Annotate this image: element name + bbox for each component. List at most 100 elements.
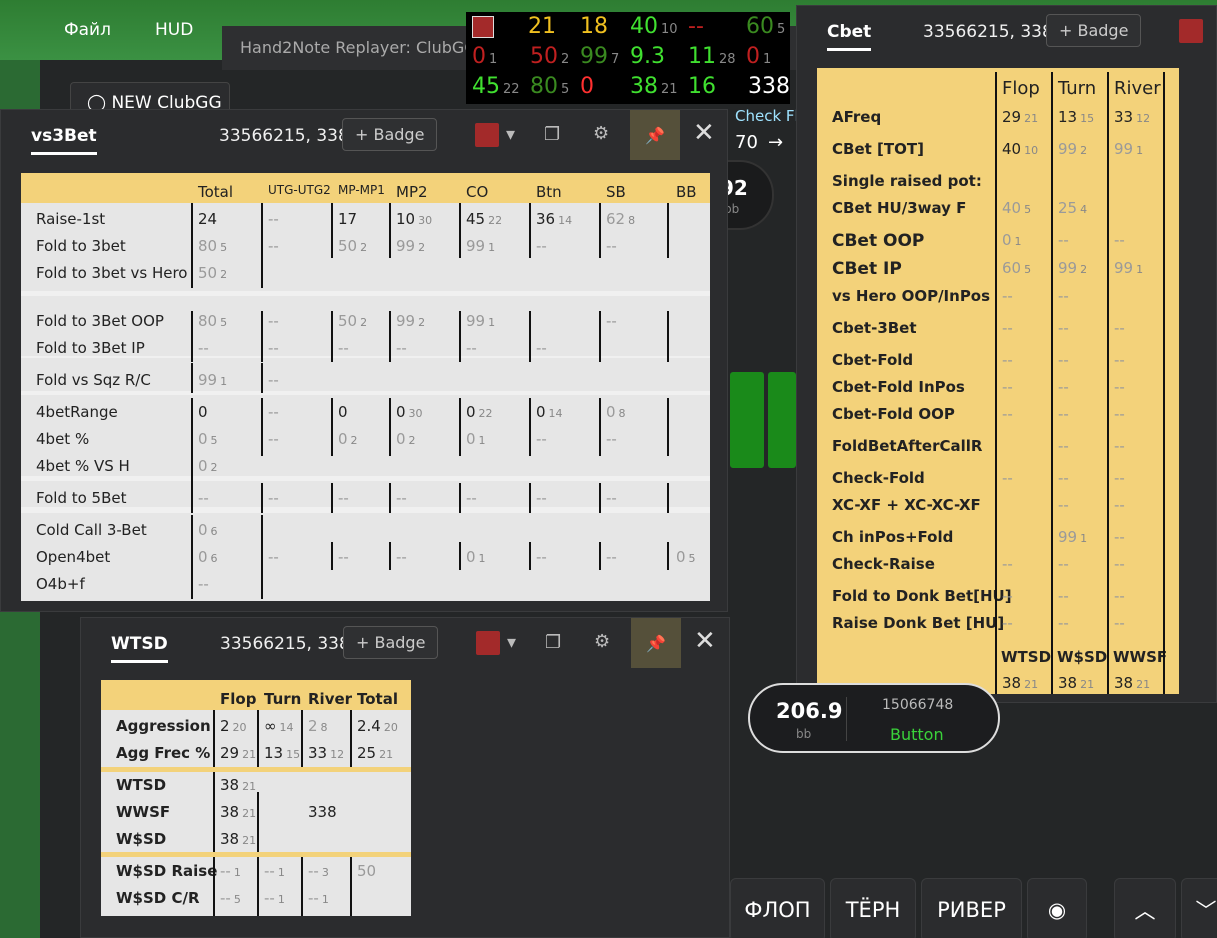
close-icon[interactable]: ✕ <box>694 626 716 656</box>
chevron-down-icon[interactable]: ▾ <box>507 632 516 653</box>
stat-cell[interactable]: 36 14 <box>536 210 572 228</box>
stat-cell[interactable]: 40 10 <box>1002 140 1038 158</box>
hud-stat[interactable]: 60 5 <box>746 14 785 39</box>
stat-cell[interactable]: -- <box>536 548 550 566</box>
stat-cell[interactable]: 10 30 <box>396 210 432 228</box>
stat-cell[interactable]: -- <box>1114 528 1128 546</box>
stat-cell[interactable] <box>606 339 609 357</box>
hud-stat[interactable]: 21 <box>528 14 556 39</box>
stat-cell[interactable] <box>1002 496 1005 514</box>
stat-cell[interactable]: 06 <box>198 521 218 539</box>
stat-cell[interactable]: 28 <box>308 717 328 735</box>
stat-cell[interactable]: -- <box>1002 587 1016 605</box>
stat-cell[interactable]: -- <box>606 312 620 330</box>
stat-cell[interactable]: 38 21 <box>220 776 256 794</box>
stat-cell[interactable]: 50 <box>357 862 379 880</box>
vs3bet-title[interactable]: vs3Bet <box>31 126 97 155</box>
stat-cell[interactable]: 60 5 <box>1002 259 1031 277</box>
stat-cell[interactable]: -- <box>1058 469 1072 487</box>
color-picker[interactable] <box>1179 19 1203 43</box>
stat-cell[interactable]: -- <box>1002 351 1016 369</box>
stat-cell[interactable]: -- <box>198 489 212 507</box>
stat-cell[interactable]: -- <box>338 339 352 357</box>
stat-cell[interactable]: 38 21 <box>220 830 256 848</box>
stat-cell[interactable]: -- <box>1114 351 1128 369</box>
stat-cell[interactable]: 99 2 <box>396 312 425 330</box>
hud-stat[interactable]: 01 <box>746 44 771 69</box>
stat-cell[interactable]: -- <box>1058 496 1072 514</box>
stat-cell[interactable]: -- 1 <box>264 889 285 907</box>
stat-cell[interactable] <box>676 312 679 330</box>
stat-cell[interactable]: 38 21 <box>220 803 256 821</box>
hud-stat[interactable]: 45 22 <box>472 74 520 99</box>
stat-cell[interactable]: 25 4 <box>1058 199 1087 217</box>
chevron-up-icon[interactable]: ︿ <box>1114 878 1176 938</box>
hud-stat[interactable]: 40 10 <box>630 14 678 39</box>
copy-icon[interactable]: ❐ <box>544 124 560 145</box>
stat-cell[interactable]: -- <box>396 339 410 357</box>
stat-cell[interactable]: -- <box>466 339 480 357</box>
stat-cell[interactable]: -- <box>1002 469 1016 487</box>
stat-cell[interactable]: -- <box>1058 351 1072 369</box>
stat-cell[interactable]: -- <box>536 489 550 507</box>
stat-cell[interactable] <box>676 210 679 228</box>
hud-stat[interactable]: 99 7 <box>580 44 619 69</box>
hud-stat[interactable]: 338 <box>748 74 790 99</box>
stat-cell[interactable]: 80 5 <box>198 237 227 255</box>
stat-cell[interactable]: -- <box>1058 555 1072 573</box>
hud-stat[interactable]: 38 21 <box>630 74 678 99</box>
stat-cell[interactable]: -- <box>1114 405 1128 423</box>
stat-cell[interactable]: -- <box>1058 378 1072 396</box>
stat-cell[interactable]: -- 1 <box>308 889 329 907</box>
stat-cell[interactable]: 45 22 <box>466 210 502 228</box>
stat-cell[interactable]: 0 <box>338 403 351 421</box>
color-picker[interactable] <box>476 631 500 655</box>
stat-cell[interactable]: 33 12 <box>1114 108 1150 126</box>
hud-stats[interactable]: 21 18 40 10 -- 60 5 0 1 50 2 99 7 9.3 11 28 0 1 45 22 80 5 0 38… <box>466 12 790 104</box>
stat-cell[interactable]: 0 30 <box>396 403 423 421</box>
close-icon[interactable]: ✕ <box>693 118 715 148</box>
stat-cell[interactable]: 17 <box>338 210 360 228</box>
pin-icon[interactable]: 📌 <box>631 618 681 668</box>
stat-cell[interactable]: 02 <box>396 430 416 448</box>
stat-cell[interactable] <box>536 312 539 330</box>
stat-cell[interactable]: -- <box>536 430 550 448</box>
turn-button[interactable]: ТЁРН <box>830 878 916 938</box>
stat-cell[interactable]: -- <box>198 339 212 357</box>
stat-cell[interactable] <box>1114 287 1117 305</box>
stat-cell[interactable]: 99 1 <box>1058 528 1087 546</box>
stat-cell[interactable]: 99 1 <box>198 371 227 389</box>
footer-value[interactable]: 38 21 <box>1002 674 1038 692</box>
stat-cell[interactable]: 33 12 <box>308 744 344 762</box>
stat-cell[interactable]: -- <box>338 548 352 566</box>
stat-cell[interactable]: -- <box>536 237 550 255</box>
eye-icon[interactable]: ◉ <box>1027 878 1087 938</box>
hud-stat[interactable]: -- <box>688 14 704 39</box>
hud-stat[interactable]: 50 2 <box>530 44 569 69</box>
hud-stat[interactable]: 9.3 <box>630 44 665 69</box>
stat-cell[interactable]: 02 <box>198 457 218 475</box>
stat-cell[interactable]: -- <box>1058 614 1072 632</box>
stat-cell[interactable]: -- <box>268 237 282 255</box>
stat-cell[interactable]: -- <box>268 489 282 507</box>
stat-cell[interactable]: -- <box>1058 231 1072 249</box>
stat-cell[interactable]: 2 20 <box>220 717 247 735</box>
stat-cell[interactable] <box>1002 437 1005 455</box>
stat-cell[interactable]: 05 <box>676 548 696 566</box>
stat-cell[interactable]: -- <box>1114 614 1128 632</box>
stat-cell[interactable]: 99 2 <box>1058 140 1087 158</box>
stat-cell[interactable]: 13 15 <box>264 744 300 762</box>
stat-cell[interactable]: 62 8 <box>606 210 635 228</box>
color-picker[interactable] <box>475 123 499 147</box>
pin-icon[interactable]: 📌 <box>630 110 680 160</box>
stat-cell[interactable]: 06 <box>198 548 218 566</box>
stat-cell[interactable] <box>676 430 679 448</box>
stat-cell[interactable]: -- 1 <box>220 862 241 880</box>
stat-cell[interactable]: 2.4 20 <box>357 717 398 735</box>
hud-stat[interactable]: 01 <box>472 44 497 69</box>
stat-cell[interactable]: 01 <box>466 430 486 448</box>
stat-cell[interactable]: -- 1 <box>264 862 285 880</box>
stat-cell[interactable]: 05 <box>198 430 218 448</box>
stat-cell[interactable]: -- <box>606 489 620 507</box>
stat-cell[interactable]: -- <box>1114 231 1128 249</box>
